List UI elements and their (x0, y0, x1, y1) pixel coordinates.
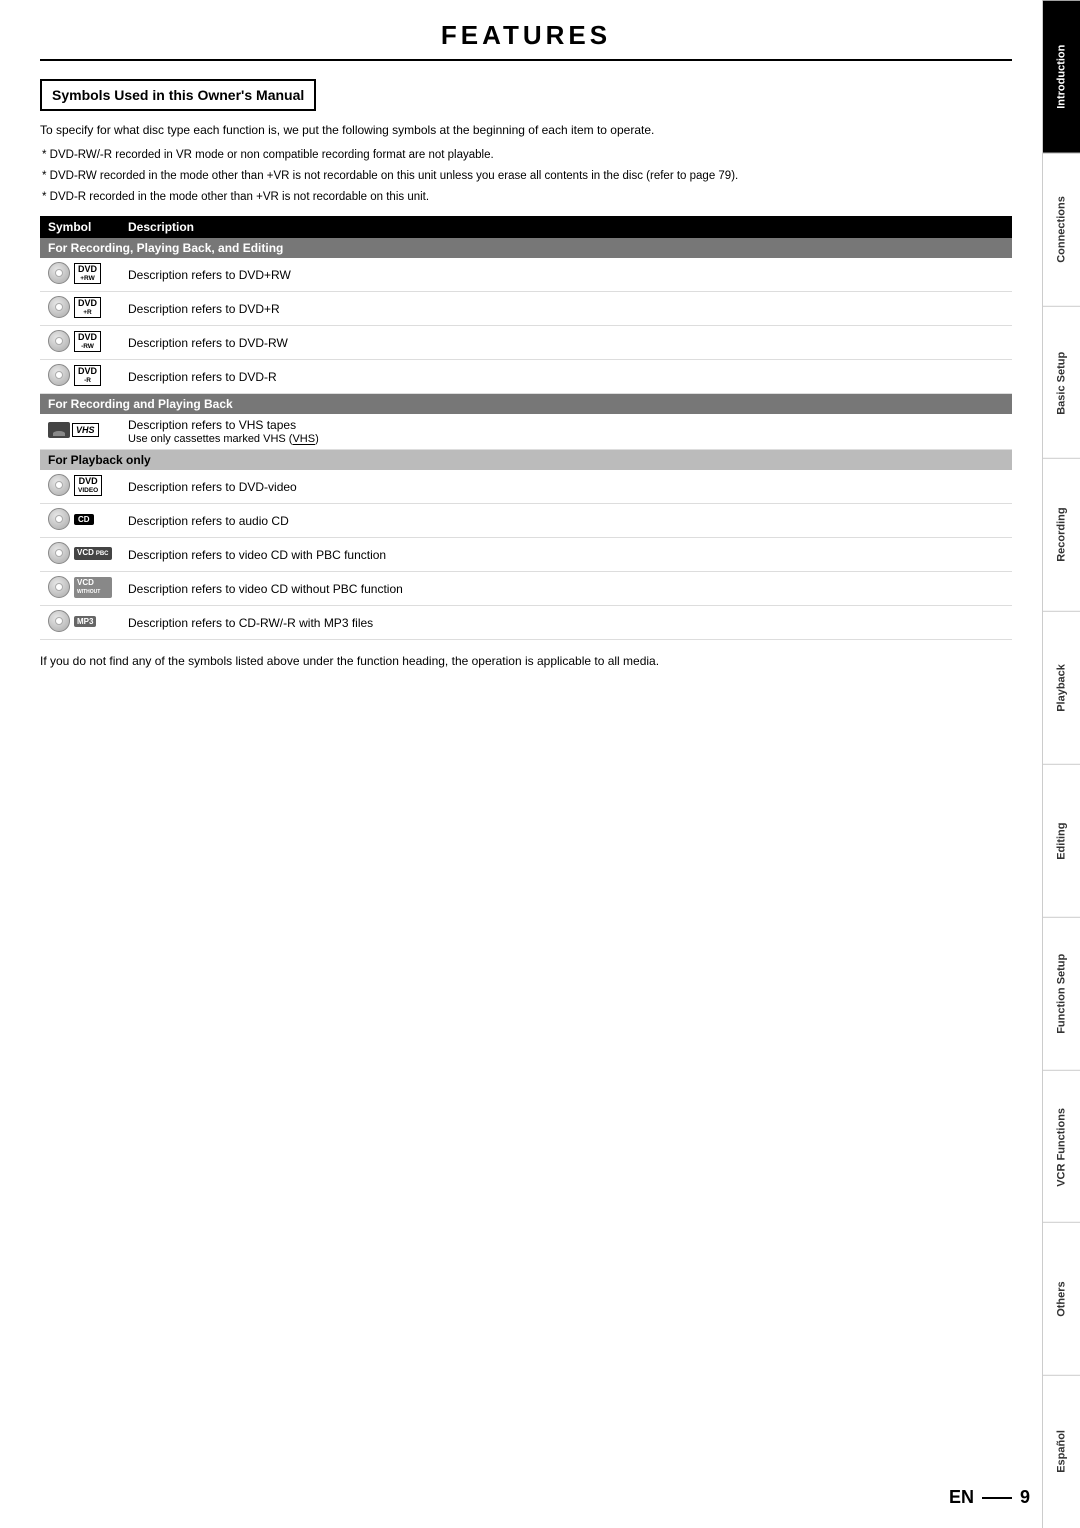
table-row: MP3 Description refers to CD-RW/-R with … (40, 606, 1012, 640)
sidebar-tab-others[interactable]: Others (1043, 1222, 1080, 1375)
desc-dvd-minus-rw: Description refers to DVD-RW (120, 326, 1012, 360)
disc-icon (48, 508, 70, 530)
desc-cd: Description refers to audio CD (120, 504, 1012, 538)
sidebar-tab-basic-setup[interactable]: Basic Setup (1043, 306, 1080, 459)
dvd-badge-plus-rw: DVD +RW (74, 263, 101, 284)
symbol-dvd-minus-rw: DVD -RW (40, 326, 120, 360)
dvd-badge-plus-r: DVD +R (74, 297, 101, 318)
dvd-badge-minus-rw: DVD -RW (74, 331, 101, 352)
dvd-badge-video: DVD VIDEO (74, 475, 102, 496)
sidebar-tab-function-setup[interactable]: Function Setup (1043, 917, 1080, 1070)
table-row: CD Description refers to audio CD (40, 504, 1012, 538)
table-row: VCD PBC Description refers to video CD w… (40, 538, 1012, 572)
vhs-label: VHS (72, 423, 99, 437)
symbol-vhs: VHS (40, 414, 120, 450)
cd-label: CD (74, 514, 94, 525)
bullet-2: * DVD-RW recorded in the mode other than… (42, 168, 1012, 186)
desc-dvd-minus-r: Description refers to DVD-R (120, 360, 1012, 394)
disc-icon (48, 262, 70, 284)
subheader-playback-only: For Playback only (40, 450, 1012, 471)
desc-dvd-plus-rw: Description refers to DVD+RW (120, 258, 1012, 292)
vhs-note: Use only cassettes marked VHS (VHS) (128, 433, 1004, 445)
disc-icon (48, 576, 70, 598)
vhs-icon (48, 422, 70, 438)
sidebar: Introduction Connections Basic Setup Rec… (1042, 0, 1080, 1528)
page-title: FEATURES (40, 20, 1012, 61)
footer-text: If you do not find any of the symbols li… (40, 652, 1012, 670)
symbol-cd: CD (40, 504, 120, 538)
section-title: Symbols Used in this Owner's Manual (40, 79, 316, 111)
table-row: DVD VIDEO Description refers to DVD-vide… (40, 470, 1012, 504)
symbol-dvd-video: DVD VIDEO (40, 470, 120, 504)
col-header-symbol: Symbol (40, 216, 120, 238)
disc-icon (48, 610, 70, 632)
table-row: DVD +RW Description refers to DVD+RW (40, 258, 1012, 292)
sidebar-tab-playback[interactable]: Playback (1043, 611, 1080, 764)
bullet-3: * DVD-R recorded in the mode other than … (42, 189, 1012, 207)
sidebar-tab-editing[interactable]: Editing (1043, 764, 1080, 917)
table-row: VCD WITHOUT Description refers to video … (40, 572, 1012, 606)
sidebar-tab-recording[interactable]: Recording (1043, 458, 1080, 611)
vcd-pbc-label: VCD PBC (74, 547, 112, 559)
main-content: FEATURES Symbols Used in this Owner's Ma… (0, 0, 1042, 700)
disc-icon (48, 542, 70, 564)
page-number: 9 (1020, 1487, 1030, 1508)
bottom-bar: EN 9 (949, 1487, 1030, 1508)
dvd-badge-minus-r: DVD -R (74, 365, 101, 386)
subheader-recording-playback: For Recording and Playing Back (40, 394, 1012, 415)
vcd-no-pbc-label: VCD WITHOUT (74, 577, 112, 598)
desc-vcd-pbc: Description refers to video CD with PBC … (120, 538, 1012, 572)
symbol-vcd-pbc: VCD PBC (40, 538, 120, 572)
col-header-desc: Description (120, 216, 1012, 238)
table-row: DVD +R Description refers to DVD+R (40, 292, 1012, 326)
sidebar-tab-vcr-functions[interactable]: VCR Functions (1043, 1070, 1080, 1223)
mp3-label: MP3 (74, 616, 96, 627)
symbol-dvd-plus-r: DVD +R (40, 292, 120, 326)
symbol-mp3: MP3 (40, 606, 120, 640)
desc-dvd-plus-r: Description refers to DVD+R (120, 292, 1012, 326)
disc-icon (48, 330, 70, 352)
sidebar-tab-introduction[interactable]: Introduction (1043, 0, 1080, 153)
symbol-vcd-no-pbc: VCD WITHOUT (40, 572, 120, 606)
bottom-divider (982, 1497, 1012, 1499)
symbols-table: Symbol Description For Recording, Playin… (40, 216, 1012, 640)
sidebar-tab-espanol[interactable]: Español (1043, 1375, 1080, 1528)
symbol-dvd-plus-rw: DVD +RW (40, 258, 120, 292)
language-label: EN (949, 1487, 974, 1508)
desc-vhs: Description refers to VHS tapes Use only… (120, 414, 1012, 450)
desc-vcd-no-pbc: Description refers to video CD without P… (120, 572, 1012, 606)
sidebar-tab-connections[interactable]: Connections (1043, 153, 1080, 306)
disc-icon (48, 474, 70, 496)
table-row: DVD -R Description refers to DVD-R (40, 360, 1012, 394)
vhs-badge: VHS (48, 422, 99, 438)
desc-mp3: Description refers to CD-RW/-R with MP3 … (120, 606, 1012, 640)
table-row: VHS Description refers to VHS tapes Use … (40, 414, 1012, 450)
disc-icon (48, 364, 70, 386)
subheader-recording-editing: For Recording, Playing Back, and Editing (40, 238, 1012, 258)
desc-dvd-video: Description refers to DVD-video (120, 470, 1012, 504)
table-row: DVD -RW Description refers to DVD-RW (40, 326, 1012, 360)
symbol-dvd-minus-r: DVD -R (40, 360, 120, 394)
intro-text: To specify for what disc type each funct… (40, 121, 1012, 139)
bullet-1: * DVD-RW/-R recorded in VR mode or non c… (42, 147, 1012, 165)
bullet-points: * DVD-RW/-R recorded in VR mode or non c… (40, 147, 1012, 206)
disc-icon (48, 296, 70, 318)
